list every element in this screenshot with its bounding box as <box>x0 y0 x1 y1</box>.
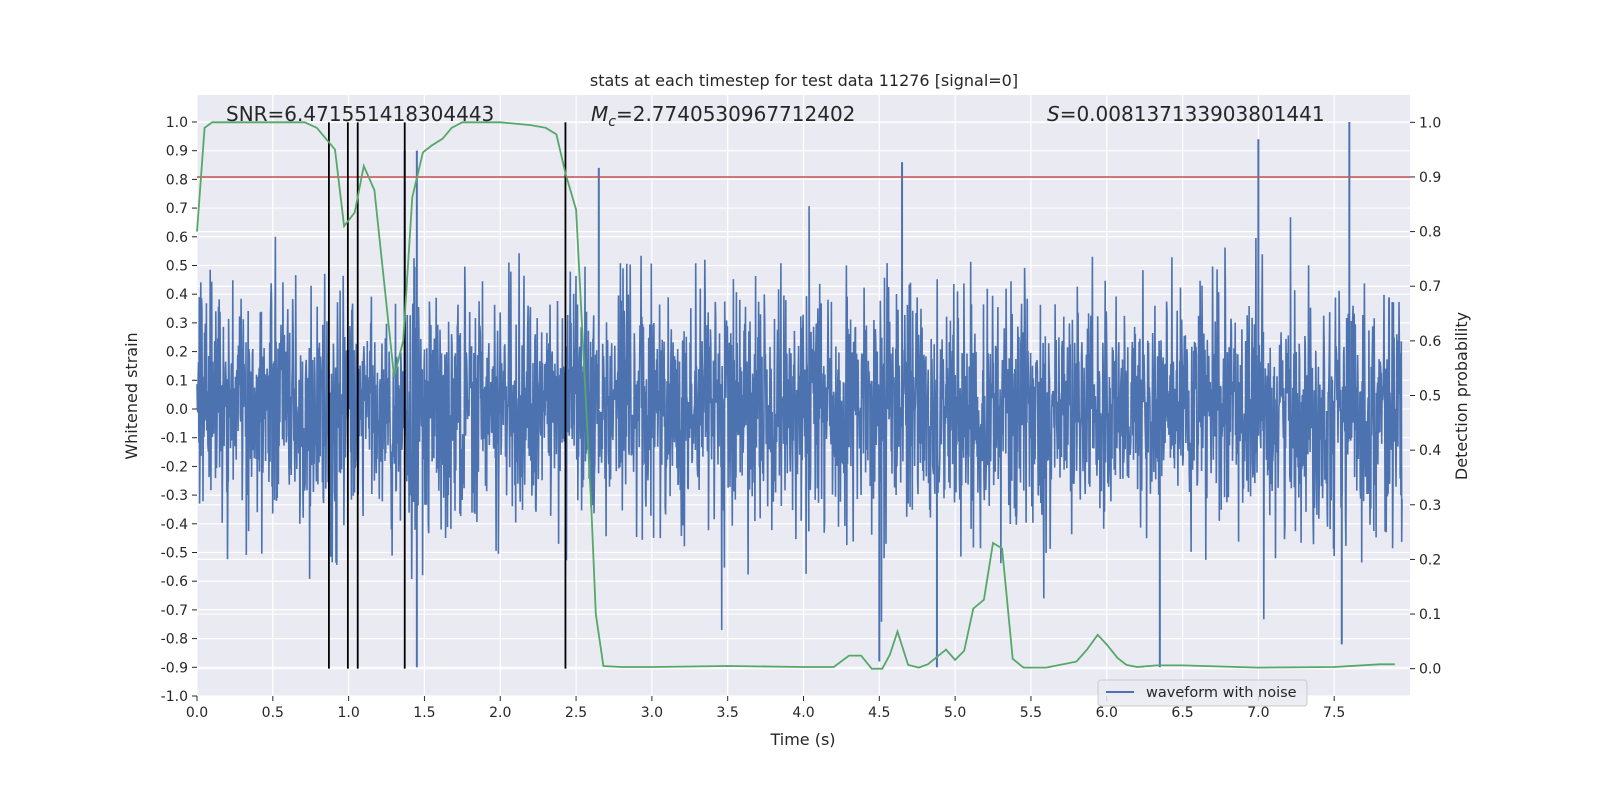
y-tick-label: -0.2 <box>161 459 188 475</box>
x-tick-label: 6.0 <box>1096 705 1118 721</box>
mc-symbol: M <box>591 102 608 126</box>
x-tick-label: 0.0 <box>186 705 208 721</box>
y-tick-label: -0.9 <box>161 660 188 676</box>
y-right-tick-label: 0.2 <box>1419 552 1441 568</box>
snr-annotation: SNR=6.471551418304443 <box>226 102 494 126</box>
chart-title: stats at each timestep for test data 112… <box>590 71 1018 90</box>
y-right-tick-label: 0.9 <box>1419 170 1441 186</box>
y-right-tick-label: 0.3 <box>1419 498 1441 514</box>
x-tick-label: 5.5 <box>1020 705 1042 721</box>
y-tick-label: 0.1 <box>166 373 188 389</box>
y-tick-label: 1.0 <box>166 115 188 131</box>
y-tick-label: 0.2 <box>166 345 188 361</box>
x-tick-label: 6.5 <box>1171 705 1193 721</box>
y-axis-right-label: Detection probability <box>1452 312 1471 480</box>
x-tick-label: 4.5 <box>868 705 890 721</box>
y-tick-label: -0.1 <box>161 431 188 447</box>
x-tick-label: 0.5 <box>262 705 284 721</box>
s-annotation: S=0.008137133903801441 <box>1047 102 1325 126</box>
x-tick-label: 1.5 <box>413 705 435 721</box>
x-tick-label: 5.0 <box>944 705 966 721</box>
s-value: =0.008137133903801441 <box>1060 102 1325 126</box>
mc-value: =2.7740530967712402 <box>616 102 855 126</box>
y-tick-label: 0.9 <box>166 144 188 160</box>
y-tick-label: 0.5 <box>166 258 188 274</box>
x-tick-label: 1.0 <box>337 705 359 721</box>
x-tick-label: 2.5 <box>565 705 587 721</box>
x-tick-label: 7.0 <box>1247 705 1269 721</box>
y-tick-label: -1.0 <box>161 689 188 705</box>
y-axis-label: Whitened strain <box>122 332 141 459</box>
y-right-tick-label: 0.8 <box>1419 225 1441 241</box>
y-right-tick-label: 0.4 <box>1419 443 1441 459</box>
y-right-tick-label: 1.0 <box>1419 115 1441 131</box>
mc-annotation: Mc=2.7740530967712402 <box>591 102 855 130</box>
y-tick-label: -0.5 <box>161 545 188 561</box>
y-tick-label: 0.0 <box>166 402 188 418</box>
legend-label-waveform: waveform with noise <box>1146 685 1297 701</box>
x-tick-label: 2.0 <box>489 705 511 721</box>
y-right-tick-label: 0.1 <box>1419 607 1441 623</box>
y-right-tick-label: 0.0 <box>1419 662 1441 678</box>
x-tick-label: 3.5 <box>717 705 739 721</box>
y-right-tick-label: 0.7 <box>1419 279 1441 295</box>
y-right-tick-label: 0.5 <box>1419 389 1441 405</box>
y-tick-label: 0.6 <box>166 230 188 246</box>
y-tick-label: -0.4 <box>161 517 188 533</box>
x-axis-label: Time (s) <box>769 730 835 749</box>
legend: waveform with noise <box>1097 679 1308 707</box>
y-tick-label: 0.3 <box>166 316 188 332</box>
figure: 0.0 0.5 1.0 1.5 2.0 2.5 3.0 3.5 4.0 4.5 5.0 5.5 6.0 6… <box>122 71 1471 749</box>
s-symbol: S <box>1047 102 1060 126</box>
x-tick-label: 3.0 <box>641 705 663 721</box>
x-tick-label: 7.5 <box>1323 705 1345 721</box>
y-tick-label: 0.7 <box>166 201 188 217</box>
y-tick-label: -0.8 <box>161 632 188 648</box>
y-right-tick-label: 0.6 <box>1419 334 1441 350</box>
y-tick-label: -0.3 <box>161 488 188 504</box>
x-tick-label: 4.0 <box>792 705 814 721</box>
y-tick-label: -0.7 <box>161 603 188 619</box>
y-tick-label: 0.4 <box>166 287 188 303</box>
y-tick-label: 0.8 <box>166 172 188 188</box>
y-tick-label: -0.6 <box>161 574 188 590</box>
